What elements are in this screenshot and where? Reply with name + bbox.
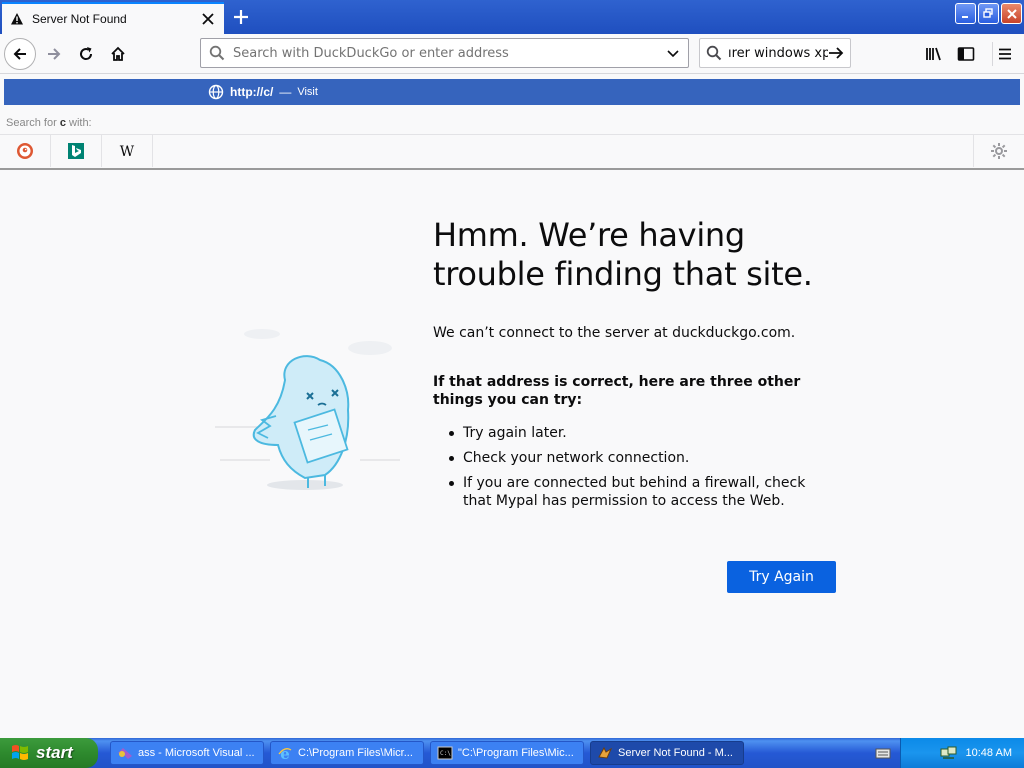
- mypal-icon: [597, 745, 613, 761]
- suggestion-item: If you are connected but behind a firewa…: [449, 474, 829, 510]
- gear-icon: [991, 143, 1007, 159]
- keyboard-icon[interactable]: [875, 745, 891, 761]
- taskbar-item-visual-studio[interactable]: ass - Microsoft Visual ...: [110, 741, 264, 765]
- svg-text:e: e: [280, 745, 290, 761]
- wikipedia-engine-button[interactable]: W: [102, 135, 153, 167]
- forward-button[interactable]: [38, 38, 70, 70]
- taskbar-item-label: ass - Microsoft Visual ...: [138, 747, 255, 759]
- reload-button[interactable]: [70, 38, 102, 70]
- reload-icon: [80, 47, 93, 60]
- menu-button[interactable]: [992, 42, 1016, 66]
- tab-server-not-found[interactable]: Server Not Found: [2, 2, 224, 34]
- duckduckgo-engine-button[interactable]: [0, 135, 51, 167]
- url-bar[interactable]: [200, 38, 689, 68]
- navigation-toolbar: ırer windows xp: [0, 34, 1024, 74]
- plus-icon: [234, 10, 248, 24]
- start-button[interactable]: start: [0, 738, 98, 768]
- home-button[interactable]: [102, 38, 134, 70]
- svg-text:C:\: C:\: [440, 750, 451, 757]
- autocomplete-separator: —: [279, 85, 292, 99]
- autocomplete-popup: http://c/ — Visit Search for c with: W: [0, 74, 1024, 170]
- search-settings-button[interactable]: [973, 135, 1024, 167]
- go-arrow-icon[interactable]: [828, 45, 844, 61]
- new-tab-button[interactable]: [228, 4, 254, 30]
- search-for-prefix: Search for: [6, 117, 57, 129]
- search-for-label: Search for c with:: [6, 117, 92, 129]
- svg-text:W: W: [120, 144, 135, 160]
- system-tray: 10:48 AM: [875, 738, 1024, 768]
- try-again-button[interactable]: Try Again: [727, 561, 836, 593]
- sidebar-icon: [957, 47, 975, 61]
- library-icon: [926, 47, 941, 61]
- globe-icon: [208, 84, 224, 100]
- restore-button[interactable]: [978, 3, 999, 24]
- clock[interactable]: 10:48 AM: [966, 747, 1012, 759]
- error-subheading: If that address is correct, here are thr…: [433, 374, 801, 408]
- chevron-down-icon[interactable]: [666, 46, 680, 60]
- search-engine-list: W: [0, 134, 1024, 167]
- console-icon: C:\: [437, 745, 453, 761]
- suggestion-item: Try again later.: [449, 424, 829, 442]
- minimize-button[interactable]: [955, 3, 976, 24]
- warning-icon: [11, 13, 23, 25]
- back-button[interactable]: [4, 38, 36, 70]
- windows-taskbar: start ass - Microsoft Visual ... e C:\Pr…: [0, 738, 1024, 768]
- suggestion-item: Check your network connection.: [449, 449, 829, 467]
- error-description: We can’t connect to the server at duckdu…: [433, 325, 796, 341]
- sidebar-button[interactable]: [954, 42, 978, 66]
- library-button[interactable]: [922, 42, 946, 66]
- visual-studio-icon: [117, 745, 133, 761]
- search-for-term: c: [59, 117, 66, 129]
- url-input[interactable]: [233, 45, 666, 61]
- home-icon: [111, 46, 125, 61]
- bing-engine-button[interactable]: [51, 135, 102, 167]
- autocomplete-url: http://c/: [230, 85, 274, 99]
- tab-title: Server Not Found: [32, 12, 127, 26]
- search-input-text[interactable]: ırer windows xp: [728, 46, 828, 61]
- taskbar-item-label: C:\Program Files\Micr...: [298, 747, 413, 759]
- taskbar-item-mypal[interactable]: Server Not Found - M...: [590, 741, 744, 765]
- wikipedia-icon: W: [120, 144, 135, 160]
- ie-icon: e: [277, 745, 293, 761]
- error-title: Hmm. We’re having trouble finding that s…: [433, 216, 813, 293]
- search-bar[interactable]: ırer windows xp: [699, 38, 851, 68]
- bing-icon: [68, 143, 84, 159]
- taskbar-item-label: Server Not Found - M...: [618, 747, 733, 759]
- close-tab-icon[interactable]: [200, 11, 216, 27]
- autocomplete-action: Visit: [297, 86, 318, 98]
- taskbar-item-console[interactable]: C:\ "C:\Program Files\Mic...: [430, 741, 584, 765]
- arrow-left-icon: [13, 48, 26, 60]
- windows-logo-icon: [12, 745, 28, 760]
- taskbar-item-label: "C:\Program Files\Mic...: [458, 747, 574, 759]
- search-icon: [209, 45, 225, 61]
- search-icon: [706, 45, 722, 61]
- window-controls: [955, 3, 1022, 24]
- suggestion-list: Try again later. Check your network conn…: [449, 424, 829, 517]
- arrow-right-icon: [48, 48, 61, 60]
- hamburger-icon: [998, 48, 1011, 60]
- duckduckgo-icon: [17, 143, 33, 159]
- start-label: start: [36, 743, 73, 762]
- error-page: Hmm. We’re having trouble finding that s…: [0, 170, 1024, 738]
- close-window-button[interactable]: [1001, 3, 1022, 24]
- error-illustration: [215, 329, 400, 490]
- network-icon[interactable]: [940, 745, 958, 761]
- search-for-suffix: with:: [69, 117, 92, 129]
- taskbar-item-ie[interactable]: e C:\Program Files\Micr...: [270, 741, 424, 765]
- tab-strip: Server Not Found: [0, 0, 1024, 34]
- autocomplete-visit-row[interactable]: http://c/ — Visit: [4, 79, 1020, 105]
